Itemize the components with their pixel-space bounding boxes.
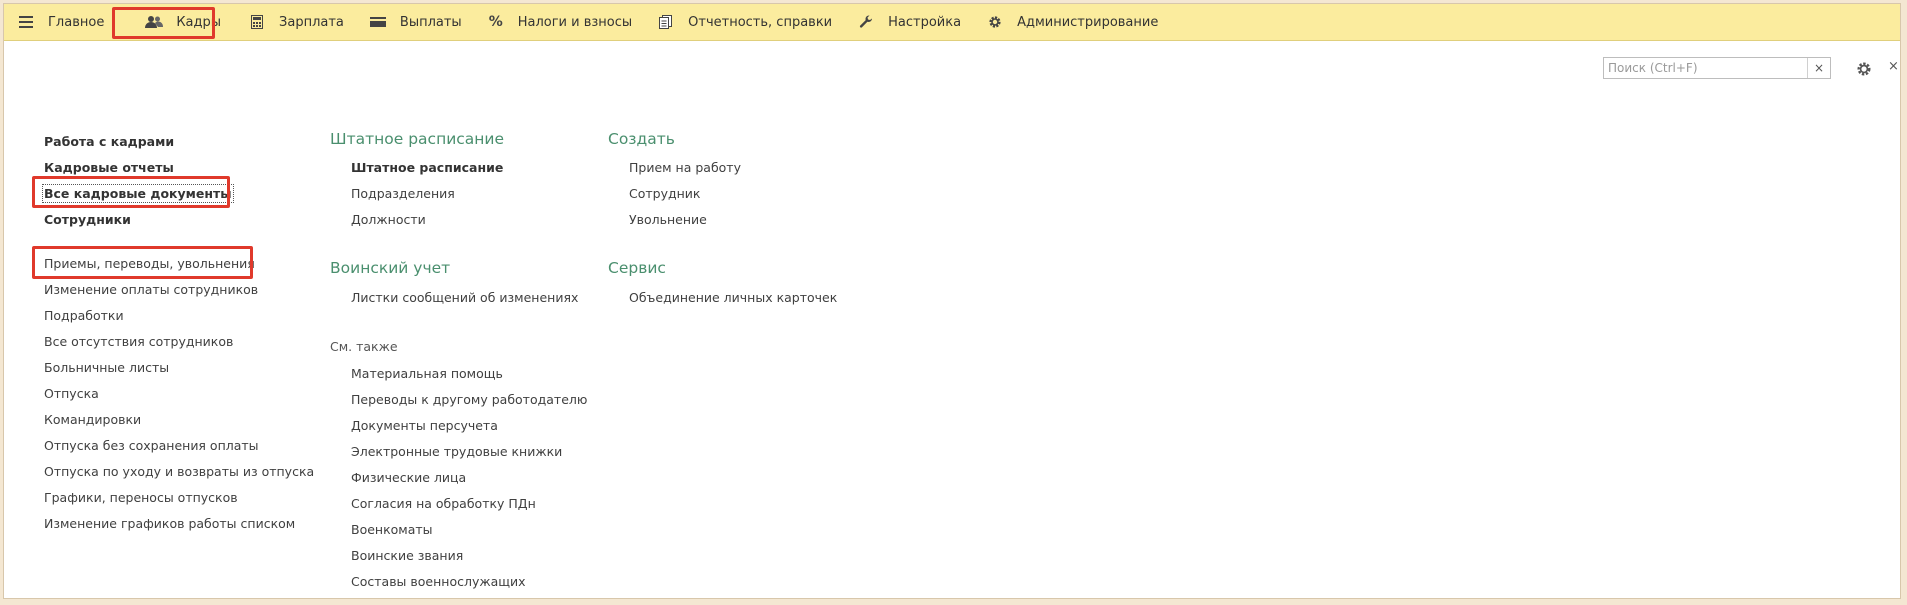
menu-hr[interactable]: Кадры	[134, 4, 235, 40]
menu-label: Выплаты	[399, 14, 462, 30]
menu-label: Кадры	[176, 14, 222, 30]
main-window: Главное Кадры Зарплата Выплаты % Налоги …	[3, 3, 1901, 599]
link-transfers-other-employer[interactable]: Переводы к другому работодателю	[351, 392, 587, 407]
link-create-dismissal[interactable]: Увольнение	[629, 212, 707, 227]
sections-bar: Главное Кадры Зарплата Выплаты % Налоги …	[4, 4, 1900, 41]
menu-label: Главное	[48, 14, 105, 30]
menu-payments[interactable]: Выплаты	[358, 4, 476, 40]
wrench-icon	[856, 14, 876, 30]
link-personnel-docs[interactable]: Документы персучета	[351, 418, 498, 433]
menu-admin[interactable]: Администрирование	[975, 4, 1172, 40]
link-create-hire[interactable]: Прием на работу	[629, 160, 741, 175]
menu-label: Отчетность, справки	[688, 14, 833, 30]
wallet-icon	[368, 14, 388, 30]
link-create-employee[interactable]: Сотрудник	[629, 186, 700, 201]
link-work-schedule-changes[interactable]: Изменение графиков работы списком	[44, 516, 295, 531]
close-icon[interactable]: ×	[1888, 59, 1899, 74]
menu-main[interactable]: Главное	[4, 4, 118, 40]
link-all-absences[interactable]: Все отсутствия сотрудников	[44, 334, 233, 349]
menu-label: Настройка	[888, 14, 962, 30]
panel-settings-gear-icon[interactable]	[1854, 59, 1874, 79]
group-title-staffing: Штатное расписание	[330, 130, 505, 148]
link-pd-consents[interactable]: Согласия на обработку ПДн	[351, 496, 536, 511]
calculator-icon	[247, 14, 267, 30]
group-title-create: Создать	[608, 130, 675, 148]
link-salary-changes[interactable]: Изменение оплаты сотрудников	[44, 282, 258, 297]
link-merge-personal-cards[interactable]: Объединение личных карточек	[629, 290, 837, 305]
search-input[interactable]	[1604, 58, 1812, 78]
menu-burger-icon	[16, 14, 36, 30]
link-individuals[interactable]: Физические лица	[351, 470, 466, 485]
link-military-ranks[interactable]: Воинские звания	[351, 548, 463, 563]
group-title-see-also: См. также	[330, 339, 398, 354]
link-military-offices[interactable]: Военкоматы	[351, 522, 433, 537]
link-staffing-table[interactable]: Штатное расписание	[351, 160, 503, 175]
gear-icon	[985, 14, 1005, 30]
link-departments[interactable]: Подразделения	[351, 186, 455, 201]
documents-icon	[656, 14, 676, 30]
link-positions[interactable]: Должности	[351, 212, 426, 227]
menu-settings[interactable]: Настройка	[846, 4, 975, 40]
menu-taxes[interactable]: % Налоги и взносы	[476, 4, 646, 40]
group-title-military: Воинский учет	[330, 259, 451, 277]
percent-icon: %	[488, 14, 503, 30]
link-military-compositions[interactable]: Составы военнослужащих	[351, 574, 526, 589]
link-sick-leaves[interactable]: Больничные листы	[44, 360, 169, 375]
link-hires-transfers-dismissals[interactable]: Приемы, переводы, увольнения	[44, 256, 255, 271]
menu-label: Зарплата	[279, 14, 344, 30]
link-vacations[interactable]: Отпуска	[44, 386, 99, 401]
menu-label: Администрирование	[1017, 14, 1159, 30]
group-title-service: Сервис	[608, 259, 666, 277]
link-change-notices[interactable]: Листки сообщений об изменениях	[351, 290, 578, 305]
link-part-time[interactable]: Подработки	[44, 308, 124, 323]
link-business-trips[interactable]: Командировки	[44, 412, 141, 427]
search-box: ×	[1603, 57, 1831, 79]
search-clear-button[interactable]: ×	[1807, 58, 1830, 78]
link-electronic-work-books[interactable]: Электронные трудовые книжки	[351, 444, 562, 459]
link-unpaid-leave[interactable]: Отпуска без сохранения оплаты	[44, 438, 259, 453]
menu-label: Налоги и взносы	[517, 14, 633, 30]
link-hr-work[interactable]: Работа с кадрами	[44, 134, 174, 149]
people-icon	[144, 14, 164, 30]
menu-reports[interactable]: Отчетность, справки	[646, 4, 846, 40]
link-vacation-schedules[interactable]: Графики, переносы отпусков	[44, 490, 238, 505]
link-all-hr-documents[interactable]: Все кадровые документы	[42, 184, 234, 203]
link-financial-aid[interactable]: Материальная помощь	[351, 366, 503, 381]
menu-salary[interactable]: Зарплата	[237, 4, 358, 40]
link-employees[interactable]: Сотрудники	[44, 212, 131, 227]
link-hr-reports[interactable]: Кадровые отчеты	[44, 160, 174, 175]
link-parental-leave[interactable]: Отпуска по уходу и возвраты из отпуска	[44, 464, 314, 479]
